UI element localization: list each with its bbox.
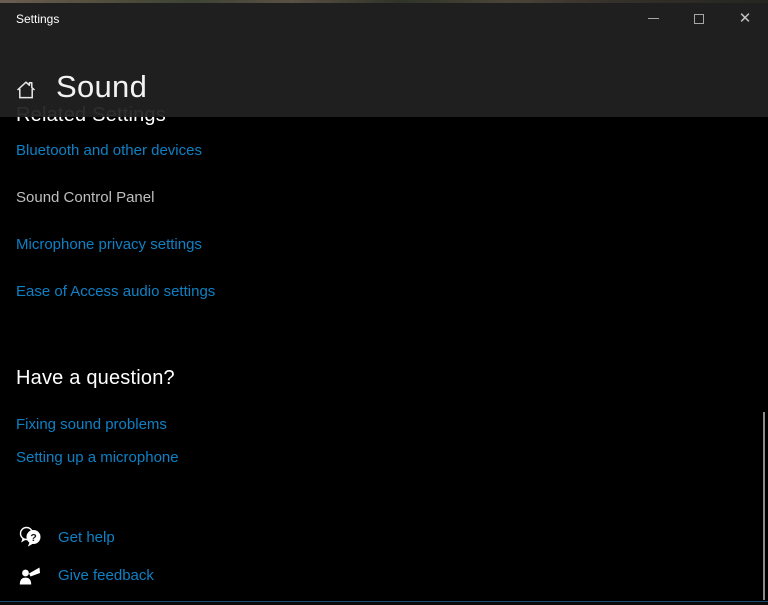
link-sound-control-panel[interactable]: Sound Control Panel [16,189,154,206]
help-chat-icon: ? [18,525,42,549]
desktop-background-strip [0,0,768,3]
window-title: Settings [16,12,59,26]
get-help-link[interactable]: ? Get help [18,525,115,549]
link-bluetooth-and-other-devices[interactable]: Bluetooth and other devices [16,142,202,159]
feedback-person-icon [18,563,42,587]
svg-text:?: ? [30,532,36,544]
link-setting-up-a-microphone[interactable]: Setting up a microphone [16,449,179,466]
maximize-icon [694,14,704,24]
page-header: Sound [14,69,147,105]
minimize-button[interactable] [630,3,676,34]
close-button[interactable]: ✕ [722,3,768,34]
minimize-icon [648,18,659,19]
window-controls: ✕ [630,3,768,34]
home-icon [14,78,38,102]
link-ease-of-access-audio-settings[interactable]: Ease of Access audio settings [16,283,215,300]
home-button[interactable] [14,78,38,102]
have-a-question-heading: Have a question? [16,367,175,390]
close-icon: ✕ [739,11,752,26]
vertical-scrollbar-thumb[interactable] [763,412,765,600]
maximize-button[interactable] [676,3,722,34]
settings-window: Related Settings Bluetooth and other dev… [0,0,768,605]
link-fixing-sound-problems[interactable]: Fixing sound problems [16,416,167,433]
settings-header: Settings ✕ Sound [0,3,768,117]
link-microphone-privacy-settings[interactable]: Microphone privacy settings [16,236,202,253]
give-feedback-label: Give feedback [58,567,154,584]
get-help-label: Get help [58,529,115,546]
give-feedback-link[interactable]: Give feedback [18,563,154,587]
page-title: Sound [56,69,147,105]
